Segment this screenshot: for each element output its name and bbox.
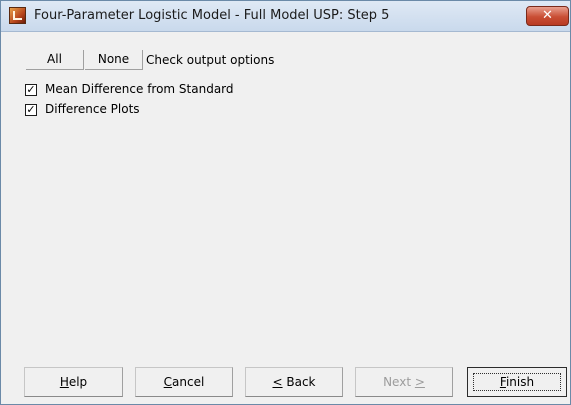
cancel-mnemonic: C — [163, 375, 173, 389]
select-all-button[interactable]: All — [26, 50, 84, 70]
cancel-button[interactable]: Cancel — [135, 367, 233, 397]
back-label: Back — [282, 375, 316, 389]
cancel-label: ancel — [172, 375, 205, 389]
window-title: Four-Parameter Logistic Model - Full Mod… — [34, 8, 390, 23]
mean-difference-label: Mean Difference from Standard — [45, 82, 234, 96]
help-label: elp — [68, 375, 88, 389]
next-button[interactable]: Next > — [355, 367, 453, 397]
dialog-window: Four-Parameter Logistic Model - Full Mod… — [0, 0, 571, 405]
check-output-hint: Check output options — [146, 53, 275, 67]
back-button[interactable]: < Back — [245, 367, 343, 397]
select-none-button[interactable]: None — [85, 50, 143, 70]
option-difference-plots[interactable]: ✓ Difference Plots — [25, 102, 225, 118]
mean-difference-checkbox[interactable]: ✓ — [25, 84, 37, 96]
next-label: Next — [383, 375, 415, 389]
app-icon — [9, 7, 26, 24]
back-mnemonic: < — [272, 375, 283, 389]
close-icon: ✕ — [542, 8, 553, 23]
next-mnemonic: > — [414, 375, 425, 389]
finish-label: inish — [505, 375, 535, 389]
close-button[interactable]: ✕ — [526, 6, 569, 26]
option-mean-difference[interactable]: ✓ Mean Difference from Standard — [25, 82, 285, 98]
help-mnemonic: H — [59, 375, 69, 389]
title-bar[interactable]: Four-Parameter Logistic Model - Full Mod… — [1, 1, 570, 32]
difference-plots-label: Difference Plots — [45, 102, 140, 116]
difference-plots-checkbox[interactable]: ✓ — [25, 104, 37, 116]
help-button[interactable]: Help — [24, 367, 123, 397]
finish-button[interactable]: Finish — [467, 367, 567, 397]
